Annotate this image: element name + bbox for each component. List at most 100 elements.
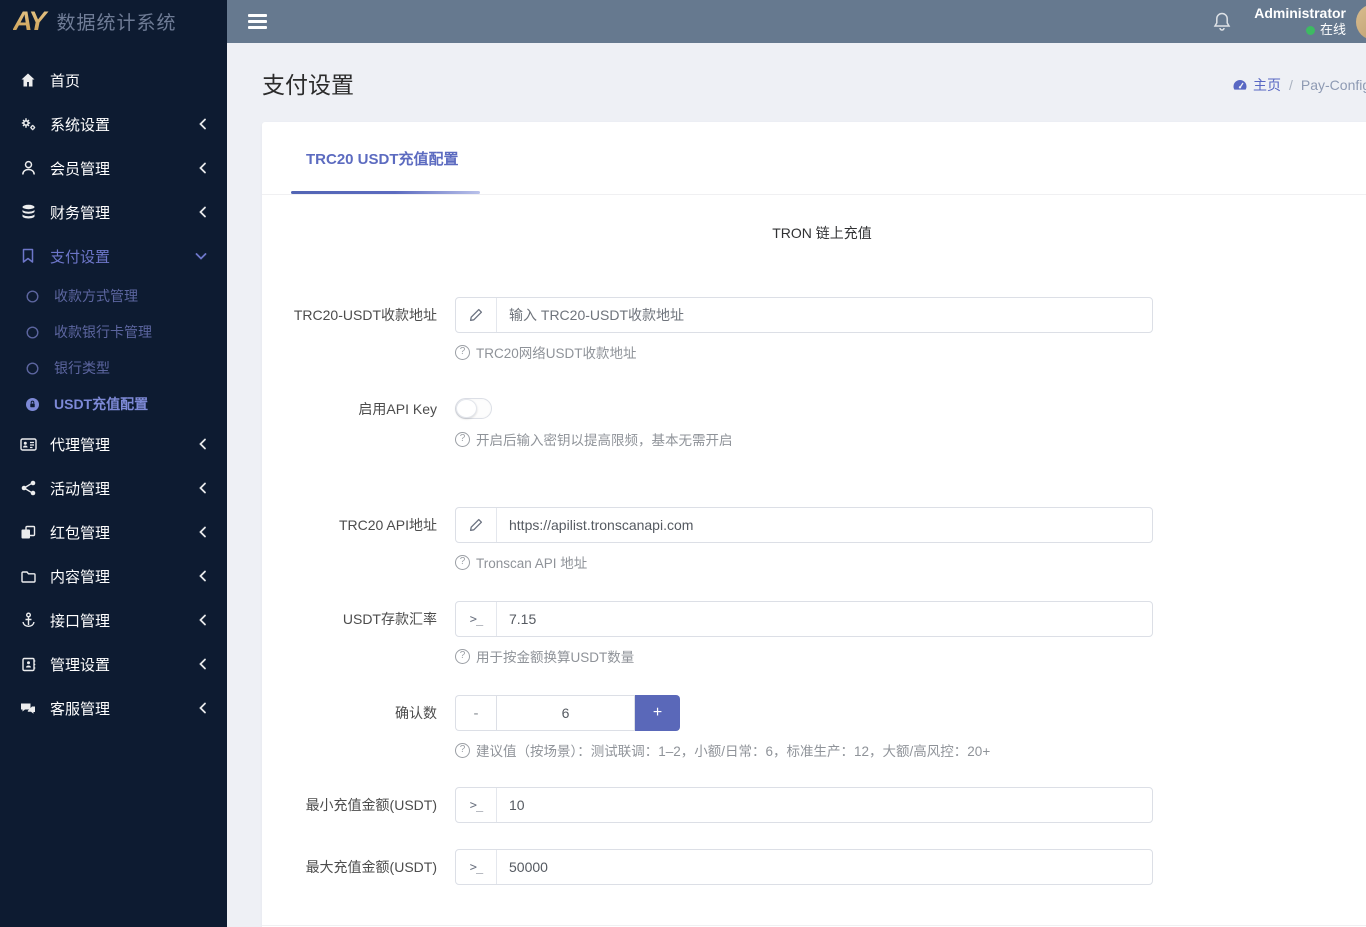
breadcrumb: 主页 / Pay-Config	[1232, 75, 1366, 95]
form-row-usdt-rate: USDT存款汇率 >_ ? 用于按金额换算USDT数量	[262, 601, 1366, 666]
main-content: 支付设置 主页 / Pay-Config TRC20 USDT充值配置 TRON…	[227, 43, 1366, 927]
sidebar-subitem-payment-methods[interactable]: 收款方式管理	[0, 278, 227, 314]
toggle-knob	[456, 399, 477, 418]
sidebar-item-admin-settings[interactable]: 管理设置	[0, 642, 227, 686]
section-title-tron: TRON 链上充值	[772, 225, 872, 241]
sidebar-subitem-label: USDT充值配置	[54, 396, 149, 412]
brand-title: 数据统计系统	[56, 13, 177, 34]
active-tab-indicator	[291, 191, 480, 194]
pencil-icon	[456, 508, 497, 542]
user-info[interactable]: Administrator 在线	[1254, 5, 1346, 39]
field-help: ? 建议值（按场景）：测试联调：1–2，小额/日常：6，标准生产：12，大额/高…	[455, 740, 1366, 760]
folder-icon	[17, 569, 39, 584]
pencil-icon	[456, 298, 497, 332]
field-label: 最大充值金额(USDT)	[305, 859, 437, 875]
sidebar-item-finance[interactable]: 财务管理	[0, 190, 227, 234]
lock-icon	[22, 397, 42, 412]
tab-trc20-usdt-config[interactable]: TRC20 USDT充值配置	[306, 148, 459, 169]
field-help: ? TRC20网络USDT收款地址	[455, 342, 1366, 362]
confirmations-input[interactable]	[497, 696, 634, 730]
breadcrumb-home-link[interactable]: 主页	[1232, 75, 1281, 95]
topbar: Administrator 在线	[227, 0, 1366, 43]
sidebar-subitem-bank-cards[interactable]: 收款银行卡管理	[0, 314, 227, 350]
field-label: TRC20-USDT收款地址	[293, 307, 437, 323]
sidebar-item-payment-settings[interactable]: 支付设置	[0, 234, 227, 278]
sidebar-item-label: 代理管理	[50, 436, 111, 454]
sidebar-item-label: 接口管理	[50, 612, 111, 630]
form-row-confirmations: 确认数 - + ? 建议值（按场景）：测试联调：1–2，小额/日常：6，标准生产…	[262, 695, 1366, 760]
sidebar-item-content[interactable]: 内容管理	[0, 554, 227, 598]
trc20-address-input[interactable]	[497, 298, 1152, 332]
sidebar-item-label: 红包管理	[50, 524, 111, 542]
breadcrumb-home-label: 主页	[1253, 77, 1281, 93]
form-row-api-key-toggle: 启用API Key ? 开启后输入密钥以提高限频，基本无需开启	[262, 391, 1366, 449]
sidebar-item-system-settings[interactable]: 系统设置	[0, 102, 227, 146]
page-title: 支付设置	[262, 71, 354, 98]
stepper-increase-button[interactable]: +	[635, 695, 680, 731]
terminal-icon: >_	[456, 850, 497, 884]
sidebar-item-members[interactable]: 会员管理	[0, 146, 227, 190]
chevron-down-icon	[195, 252, 207, 261]
field-help: ? 用于按金额换算USDT数量	[455, 646, 1366, 666]
chevron-left-icon	[198, 526, 207, 538]
chevron-left-icon	[198, 438, 207, 450]
stepper-decrease-button[interactable]: -	[455, 695, 496, 731]
hamburger-menu-icon[interactable]	[248, 11, 267, 32]
sidebar-item-red-packets[interactable]: 红包管理	[0, 510, 227, 554]
chevron-left-icon	[198, 162, 207, 174]
brand[interactable]: AY 数据统计系统	[0, 0, 227, 43]
api-key-toggle[interactable]	[455, 398, 492, 419]
breadcrumb-separator: /	[1289, 77, 1293, 93]
sidebar-item-support[interactable]: 客服管理	[0, 686, 227, 730]
field-label: TRC20 API地址	[338, 517, 437, 533]
dashboard-gauge-icon	[1232, 78, 1248, 92]
field-label: 启用API Key	[358, 401, 437, 417]
anchor-icon	[17, 612, 39, 628]
sidebar-item-label: 系统设置	[50, 116, 111, 134]
field-label: 确认数	[395, 705, 437, 721]
usdt-rate-input[interactable]	[497, 602, 1152, 636]
sidebar-subitem-usdt-config[interactable]: USDT充值配置	[0, 386, 227, 422]
chevron-left-icon	[198, 118, 207, 130]
page-header: 支付设置 主页 / Pay-Config	[227, 43, 1366, 122]
notifications-bell-icon[interactable]	[1212, 11, 1232, 33]
sidebar-item-label: 内容管理	[50, 568, 111, 586]
chevron-left-icon	[198, 658, 207, 670]
sidebar-item-activities[interactable]: 活动管理	[0, 466, 227, 510]
field-label: USDT存款汇率	[342, 611, 437, 627]
sidebar-item-label: 支付设置	[50, 248, 111, 266]
chevron-left-icon	[198, 614, 207, 626]
question-circle-icon: ?	[455, 742, 470, 758]
address-book-icon	[17, 657, 39, 672]
sidebar-menu: 首页 系统设置 会员管理 财务管理 支付设置 收款方式管理 收款银行卡管理 银行…	[0, 43, 227, 730]
sidebar: AY 数据统计系统 首页 系统设置 会员管理 财务管理 支付设置 收款方式管理 …	[0, 0, 227, 927]
circle-icon	[22, 361, 42, 375]
sidebar-item-api[interactable]: 接口管理	[0, 598, 227, 642]
form-body: TRON 链上充值 TRC20-USDT收款地址 ? TRC2	[262, 195, 1366, 927]
question-circle-icon: ?	[455, 648, 470, 664]
chevron-left-icon	[198, 702, 207, 714]
max-amount-input[interactable]	[497, 850, 1152, 884]
sidebar-item-label: 会员管理	[50, 160, 111, 178]
chevron-left-icon	[198, 570, 207, 582]
sidebar-item-label: 客服管理	[50, 700, 111, 718]
id-card-icon	[17, 437, 39, 452]
tab-bar: TRC20 USDT充值配置	[262, 122, 1366, 195]
comments-icon	[17, 701, 39, 716]
min-amount-input[interactable]	[497, 788, 1152, 822]
sidebar-item-agents[interactable]: 代理管理	[0, 422, 227, 466]
avatar[interactable]	[1356, 3, 1366, 40]
confirmations-stepper: - +	[455, 695, 680, 731]
question-circle-icon: ?	[455, 344, 470, 360]
question-circle-icon: ?	[455, 554, 470, 570]
breadcrumb-current: Pay-Config	[1300, 77, 1366, 93]
home-icon	[17, 72, 39, 88]
field-help: ? 开启后输入密钥以提高限频，基本无需开启	[455, 429, 1366, 449]
online-status-dot	[1305, 25, 1315, 35]
sidebar-subitem-bank-types[interactable]: 银行类型	[0, 350, 227, 386]
sidebar-item-home[interactable]: 首页	[0, 58, 227, 102]
sidebar-item-label: 活动管理	[50, 480, 111, 498]
share-nodes-icon	[17, 480, 39, 496]
form-row-max-amount: 最大充值金额(USDT) >_	[262, 849, 1366, 885]
api-url-input[interactable]	[497, 508, 1152, 542]
